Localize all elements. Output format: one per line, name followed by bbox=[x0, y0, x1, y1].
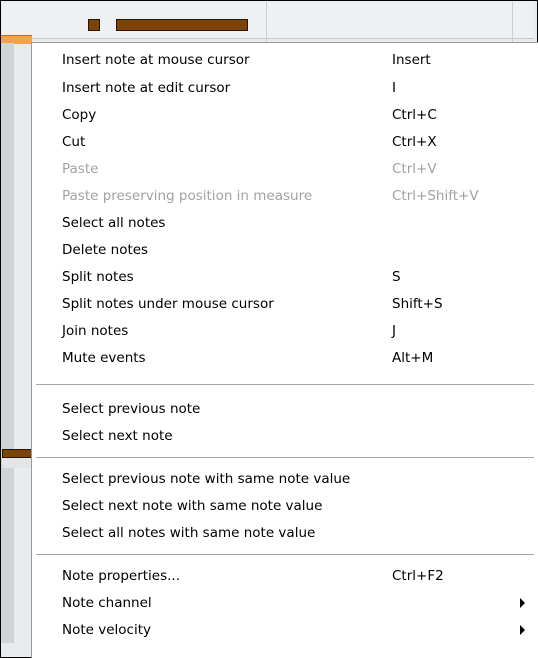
menu-item-join-notes[interactable]: Join notes J bbox=[32, 320, 538, 342]
menu-item-select-previous-same-value[interactable]: Select previous note with same note valu… bbox=[32, 468, 538, 490]
menu-item-shortcut: Ctrl+F2 bbox=[392, 568, 444, 584]
menu-item-select-next-same-value[interactable]: Select next note with same note value bbox=[32, 495, 538, 517]
menu-item-label: Note channel bbox=[62, 595, 152, 611]
menu-item-label: Split notes under mouse cursor bbox=[62, 296, 274, 312]
menu-item-label: Select next note bbox=[62, 428, 173, 444]
menu-item-shortcut: Shift+S bbox=[392, 296, 443, 312]
menu-separator bbox=[36, 457, 534, 458]
menu-item-mute-events[interactable]: Mute events Alt+M bbox=[32, 347, 538, 369]
menu-item-label: Paste bbox=[62, 161, 99, 177]
menu-item-label: Join notes bbox=[62, 323, 129, 339]
menu-item-label: Select previous note with same note valu… bbox=[62, 471, 351, 487]
menu-item-shortcut: Ctrl+C bbox=[392, 107, 437, 123]
menu-item-shortcut: Insert bbox=[392, 52, 431, 68]
submenu-arrow-icon bbox=[520, 598, 525, 608]
menu-item-note-properties[interactable]: Note properties... Ctrl+F2 bbox=[32, 565, 538, 587]
menu-separator bbox=[36, 384, 534, 385]
menu-item-label: Select all notes with same note value bbox=[62, 525, 316, 541]
menu-item-split-notes[interactable]: Split notes S bbox=[32, 266, 538, 288]
menu-item-label: Split notes bbox=[62, 269, 134, 285]
menu-item-shortcut: Alt+M bbox=[392, 350, 434, 366]
menu-item-shortcut: Ctrl+X bbox=[392, 134, 437, 150]
menu-item-label: Note properties... bbox=[62, 568, 181, 584]
menu-item-shortcut: Ctrl+V bbox=[392, 161, 437, 177]
menu-item-label: Select previous note bbox=[62, 401, 201, 417]
menu-item-paste[interactable]: Paste Ctrl+V bbox=[32, 158, 538, 180]
menu-item-select-all-same-value[interactable]: Select all notes with same note value bbox=[32, 522, 538, 544]
menu-item-note-velocity[interactable]: Note velocity bbox=[32, 619, 538, 641]
menu-item-shortcut: S bbox=[392, 269, 401, 285]
menu-item-label: Insert note at mouse cursor bbox=[62, 52, 250, 68]
menu-item-label: Select all notes bbox=[62, 215, 166, 231]
menu-item-select-previous-note[interactable]: Select previous note bbox=[32, 398, 538, 420]
menu-item-paste-preserving[interactable]: Paste preserving position in measure Ctr… bbox=[32, 185, 538, 207]
menu-item-select-next-note[interactable]: Select next note bbox=[32, 425, 538, 447]
menu-item-cut[interactable]: Cut Ctrl+X bbox=[32, 131, 538, 153]
menu-item-label: Paste preserving position in measure bbox=[62, 188, 313, 204]
menu-item-label: Copy bbox=[62, 107, 97, 123]
menu-item-note-channel[interactable]: Note channel bbox=[32, 592, 538, 614]
context-menu: Insert note at mouse cursor Insert Inser… bbox=[32, 43, 538, 658]
menu-item-insert-note-mouse[interactable]: Insert note at mouse cursor Insert bbox=[32, 49, 538, 71]
menu-separator bbox=[36, 554, 534, 555]
menu-item-copy[interactable]: Copy Ctrl+C bbox=[32, 104, 538, 126]
menu-item-label: Note velocity bbox=[62, 622, 152, 638]
menu-item-label: Delete notes bbox=[62, 242, 149, 258]
menu-item-shortcut: Ctrl+Shift+V bbox=[392, 188, 479, 204]
menu-item-label: Cut bbox=[62, 134, 86, 150]
submenu-arrow-icon bbox=[520, 625, 525, 635]
menu-item-label: Select next note with same note value bbox=[62, 498, 323, 514]
menu-item-delete-notes[interactable]: Delete notes bbox=[32, 239, 538, 261]
menu-item-select-all-notes[interactable]: Select all notes bbox=[32, 212, 538, 234]
menu-item-shortcut: J bbox=[392, 323, 396, 339]
menu-item-insert-note-edit[interactable]: Insert note at edit cursor I bbox=[32, 77, 538, 99]
menu-item-label: Mute events bbox=[62, 350, 146, 366]
menu-item-split-notes-mouse[interactable]: Split notes under mouse cursor Shift+S bbox=[32, 293, 538, 315]
menu-item-label: Insert note at edit cursor bbox=[62, 80, 231, 96]
menu-item-shortcut: I bbox=[392, 80, 396, 96]
